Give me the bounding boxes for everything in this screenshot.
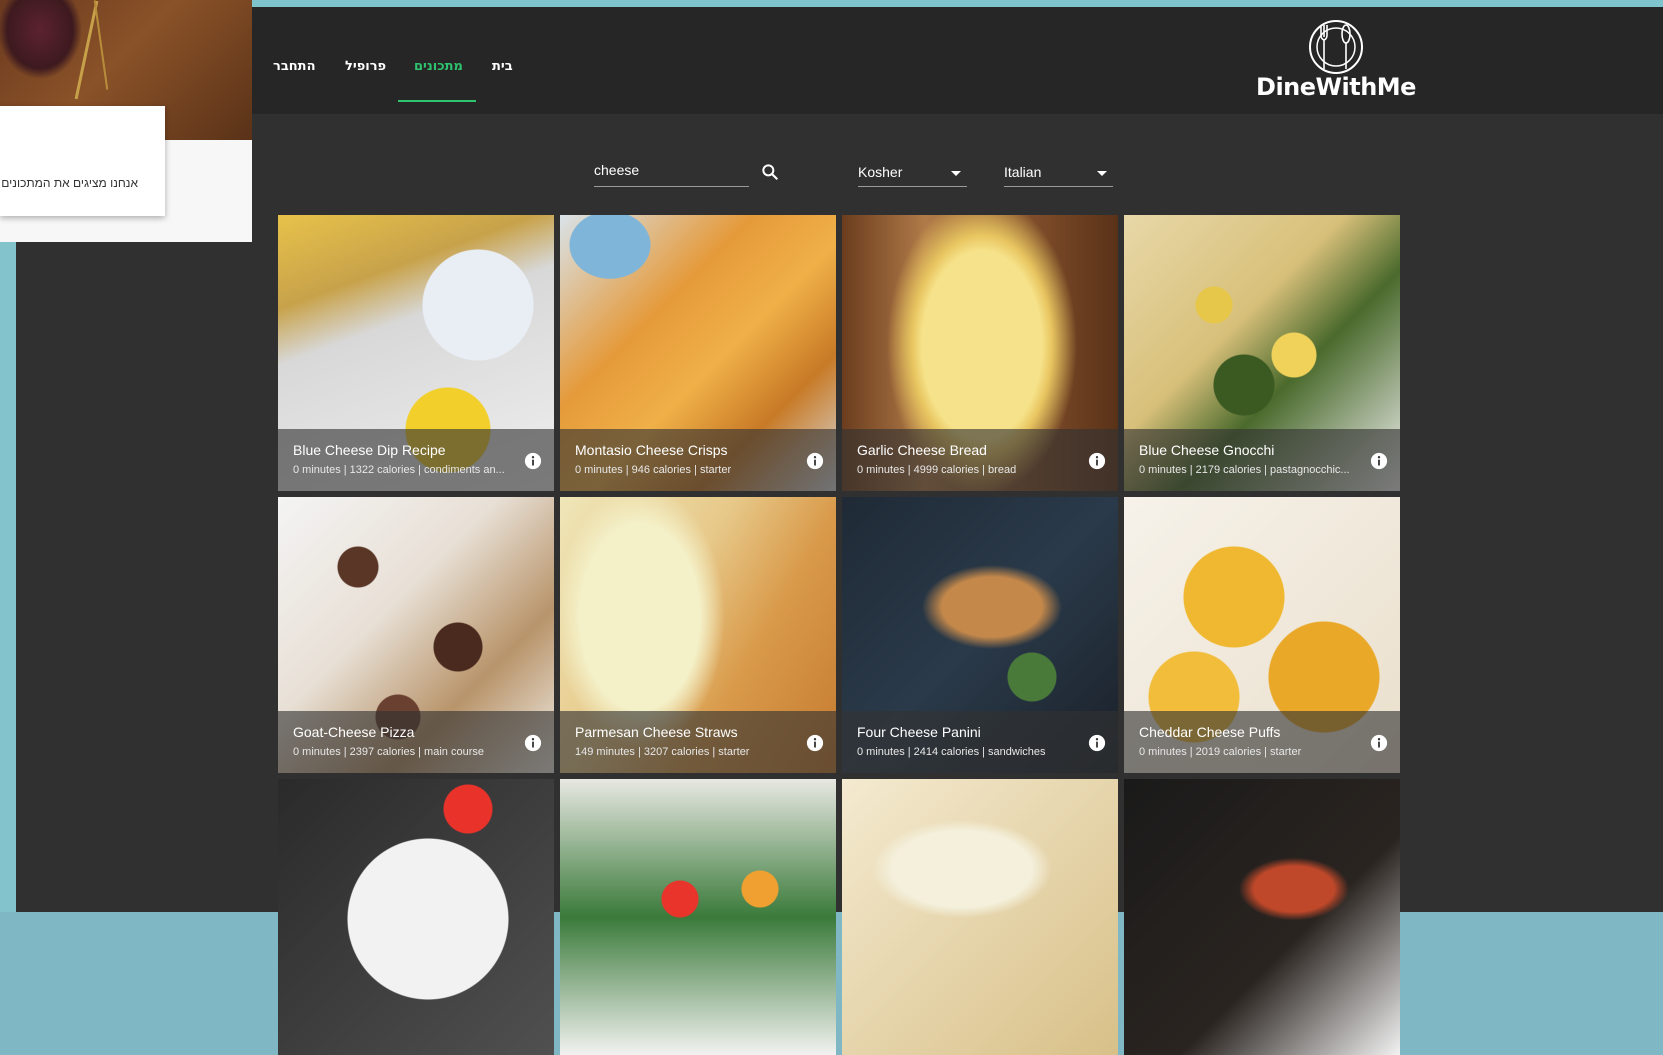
- recipe-card-caption: Blue Cheese Gnocchi 0 minutes | 2179 cal…: [1124, 429, 1400, 491]
- nav-profile[interactable]: פרופיל: [345, 59, 386, 79]
- recipe-card-caption: Cheddar Cheese Puffs 0 minutes | 2019 ca…: [1124, 711, 1400, 773]
- recipe-card[interactable]: Garlic Cheese Bread 0 minutes | 4999 cal…: [842, 215, 1118, 491]
- recipe-meta: 0 minutes | 4999 calories | bread: [857, 464, 1017, 476]
- brand-logo[interactable]: DineWithMe: [1256, 17, 1416, 107]
- recipe-card[interactable]: Parmesan Cheese Straws 149 minutes | 320…: [560, 497, 836, 773]
- recipe-card[interactable]: [560, 779, 836, 1055]
- cuisine-select[interactable]: Italian: [1004, 158, 1113, 187]
- recipe-card-caption: Blue Cheese Dip Recipe 0 minutes | 1322 …: [278, 429, 554, 491]
- info-icon[interactable]: [806, 734, 824, 752]
- recipe-meta: 0 minutes | 2397 calories | main course: [293, 746, 484, 758]
- recipe-title: Four Cheese Panini: [857, 724, 981, 740]
- info-icon[interactable]: [1370, 452, 1388, 470]
- info-icon[interactable]: [806, 452, 824, 470]
- nav-login[interactable]: התחבר: [273, 59, 316, 79]
- info-icon[interactable]: [524, 734, 542, 752]
- search-icon[interactable]: [760, 162, 780, 182]
- recipe-card-caption: Garlic Cheese Bread 0 minutes | 4999 cal…: [842, 429, 1118, 491]
- navbar: התחבר פרופיל מתכונים בית DineWithMe: [236, 7, 1663, 114]
- diet-select[interactable]: Kosher: [858, 158, 967, 187]
- recipe-title: Parmesan Cheese Straws: [575, 724, 738, 740]
- recipe-meta: 0 minutes | 2179 calories | pastagnocchi…: [1139, 464, 1350, 476]
- recipe-card[interactable]: Blue Cheese Dip Recipe 0 minutes | 1322 …: [278, 215, 554, 491]
- recipe-card-caption: Four Cheese Panini 0 minutes | 2414 calo…: [842, 711, 1118, 773]
- info-icon[interactable]: [524, 452, 542, 470]
- recipe-title: Blue Cheese Gnocchi: [1139, 442, 1275, 458]
- recipe-title: Blue Cheese Dip Recipe: [293, 442, 446, 458]
- brand-name: DineWithMe: [1256, 73, 1416, 101]
- chevron-down-icon: [951, 171, 961, 176]
- recipe-card[interactable]: Montasio Cheese Crisps 0 minutes | 946 c…: [560, 215, 836, 491]
- recipe-card[interactable]: [278, 779, 554, 1055]
- recipe-meta: 0 minutes | 1322 calories | condiments a…: [293, 464, 505, 476]
- recipe-title: Montasio Cheese Crisps: [575, 442, 728, 458]
- chevron-down-icon: [1097, 171, 1107, 176]
- recipe-card[interactable]: Cheddar Cheese Puffs 0 minutes | 2019 ca…: [1124, 497, 1400, 773]
- recipe-card-caption: Montasio Cheese Crisps 0 minutes | 946 c…: [560, 429, 836, 491]
- recipe-meta: 149 minutes | 3207 calories | starter: [575, 746, 750, 758]
- recipe-meta: 0 minutes | 946 calories | starter: [575, 464, 732, 476]
- diet-select-value: Kosher: [858, 164, 903, 180]
- recipe-card-caption: Parmesan Cheese Straws 149 minutes | 320…: [560, 711, 836, 773]
- recipe-card[interactable]: [1124, 779, 1400, 1055]
- intro-card: [0, 106, 165, 216]
- recipe-meta: 0 minutes | 2414 calories | sandwiches: [857, 746, 1046, 758]
- intro-text: אנחנו מציגים את המתכונים: [1, 176, 138, 190]
- active-tab-indicator: [398, 100, 476, 102]
- recipe-card[interactable]: Goat-Cheese Pizza 0 minutes | 2397 calor…: [278, 497, 554, 773]
- recipe-title: Goat-Cheese Pizza: [293, 724, 415, 740]
- dining-plate-icon: [1309, 20, 1363, 74]
- search-input[interactable]: [594, 158, 744, 182]
- nav-recipes[interactable]: מתכונים: [414, 59, 463, 79]
- nav-home[interactable]: בית: [492, 59, 513, 79]
- recipe-meta: 0 minutes | 2019 calories | starter: [1139, 746, 1302, 758]
- recipe-card[interactable]: Four Cheese Panini 0 minutes | 2414 calo…: [842, 497, 1118, 773]
- recipe-title: Garlic Cheese Bread: [857, 442, 987, 458]
- recipe-card-caption: Goat-Cheese Pizza 0 minutes | 2397 calor…: [278, 711, 554, 773]
- search-field[interactable]: [594, 158, 749, 187]
- info-icon[interactable]: [1370, 734, 1388, 752]
- page-background: [16, 7, 1663, 912]
- recipe-card[interactable]: [842, 779, 1118, 1055]
- recipe-card[interactable]: Blue Cheese Gnocchi 0 minutes | 2179 cal…: [1124, 215, 1400, 491]
- cuisine-select-value: Italian: [1004, 164, 1042, 180]
- recipe-title: Cheddar Cheese Puffs: [1139, 724, 1281, 740]
- info-icon[interactable]: [1088, 734, 1106, 752]
- info-icon[interactable]: [1088, 452, 1106, 470]
